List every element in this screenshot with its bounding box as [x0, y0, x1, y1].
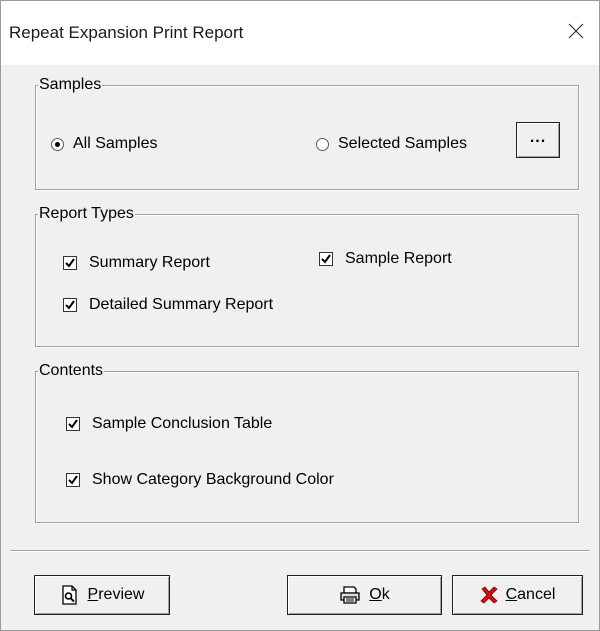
cancel-x-icon — [479, 586, 498, 604]
samples-group: Samples All Samples Selected Samples ... — [35, 75, 579, 190]
checkbox-checked-icon — [66, 473, 80, 487]
contents-group: Contents Sample Conclusion Table Show Ca… — [35, 361, 579, 523]
detailed-summary-report-label: Detailed Summary Report — [89, 296, 274, 313]
show-category-background-color-label: Show Category Background Color — [92, 471, 334, 488]
sample-report-checkbox[interactable]: Sample Report — [319, 249, 452, 269]
report-types-legend: Report Types — [38, 204, 135, 224]
checkbox-checked-icon — [63, 256, 77, 270]
browse-button-label: ... — [529, 129, 547, 146]
checkbox-checked-icon — [63, 298, 77, 312]
detailed-summary-report-checkbox[interactable]: Detailed Summary Report — [63, 295, 273, 315]
selected-samples-radio[interactable]: Selected Samples — [316, 134, 467, 154]
footer-separator — [10, 550, 590, 552]
summary-report-checkbox[interactable]: Summary Report — [63, 253, 210, 273]
browse-samples-button[interactable]: ... — [516, 122, 560, 158]
show-category-background-color-checkbox[interactable]: Show Category Background Color — [66, 470, 334, 490]
window-title: Repeat Expansion Print Report — [9, 23, 244, 42]
all-samples-label: All Samples — [73, 135, 158, 152]
preview-mnemonic: P — [87, 586, 99, 603]
checkbox-checked-icon — [319, 252, 333, 266]
sample-report-label: Sample Report — [345, 250, 452, 267]
printer-icon — [339, 586, 361, 604]
samples-legend: Samples — [38, 75, 103, 95]
preview-label-rest: review — [98, 586, 145, 603]
cancel-button[interactable]: Cancel — [452, 575, 583, 615]
dialog-client-area: Samples All Samples Selected Samples ...… — [10, 65, 590, 550]
checkbox-checked-icon — [66, 417, 80, 431]
dialog-window: Repeat Expansion Print Report Samples Al… — [0, 0, 600, 631]
report-types-group: Report Types Summary Report Sample Repor… — [35, 204, 579, 347]
radio-checked-icon — [51, 137, 64, 151]
all-samples-radio[interactable]: All Samples — [51, 134, 157, 154]
close-icon[interactable] — [566, 21, 586, 41]
summary-report-label: Summary Report — [89, 254, 210, 271]
preview-icon — [60, 585, 80, 605]
preview-button[interactable]: Preview — [34, 575, 170, 615]
title-bar[interactable]: Repeat Expansion Print Report — [1, 1, 599, 65]
contents-legend: Contents — [38, 361, 105, 381]
cancel-mnemonic: C — [505, 586, 518, 603]
ok-button[interactable]: Ok — [287, 575, 442, 615]
radio-unchecked-icon — [316, 137, 329, 151]
sample-conclusion-table-checkbox[interactable]: Sample Conclusion Table — [66, 414, 272, 434]
selected-samples-label: Selected Samples — [338, 135, 467, 152]
cancel-label-rest: ancel — [517, 586, 556, 603]
ok-label-rest: k — [381, 586, 390, 603]
ok-mnemonic: O — [369, 586, 382, 603]
sample-conclusion-table-label: Sample Conclusion Table — [92, 415, 273, 432]
